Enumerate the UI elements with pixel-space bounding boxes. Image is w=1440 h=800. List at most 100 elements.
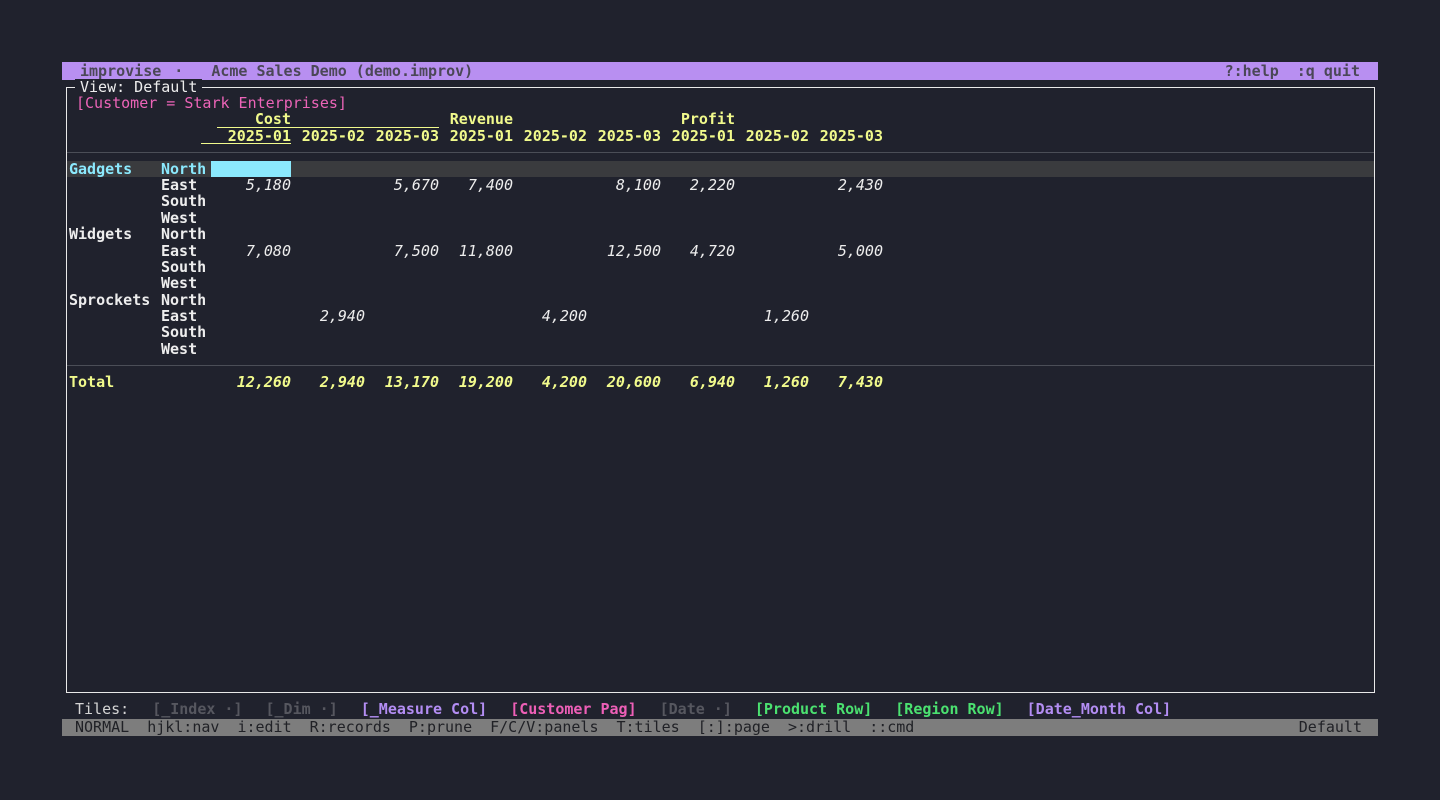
value-cell[interactable]: 7,400	[439, 177, 513, 193]
value-cell[interactable]	[365, 259, 439, 275]
tile-measure-col[interactable]: [_Measure Col]	[361, 700, 487, 718]
value-cell[interactable]	[735, 243, 809, 259]
value-cell[interactable]	[587, 226, 661, 242]
pivot-row[interactable]: West	[67, 341, 1374, 357]
value-cell[interactable]	[809, 275, 883, 291]
month-col-6[interactable]: 2025-01	[661, 128, 735, 144]
value-cell[interactable]	[365, 308, 439, 324]
month-col-0[interactable]: 2025-01	[201, 128, 291, 144]
value-cell[interactable]	[661, 161, 735, 177]
value-cell[interactable]: 2,220	[661, 177, 735, 193]
value-cell[interactable]	[291, 259, 365, 275]
value-cell[interactable]	[809, 193, 883, 209]
value-cell[interactable]	[513, 324, 587, 340]
tile-index[interactable]: [_Index ·]	[152, 700, 242, 718]
value-cell[interactable]: 2,940	[291, 308, 365, 324]
value-cell[interactable]	[735, 259, 809, 275]
value-cell[interactable]	[809, 308, 883, 324]
value-cell[interactable]	[217, 341, 291, 357]
value-cell[interactable]: 8,100	[587, 177, 661, 193]
value-cell[interactable]	[291, 243, 365, 259]
value-cell[interactable]: 11,800	[439, 243, 513, 259]
pivot-row[interactable]: West	[67, 210, 1374, 226]
value-cell[interactable]	[809, 161, 883, 177]
value-cell[interactable]	[365, 324, 439, 340]
value-cell[interactable]	[291, 193, 365, 209]
value-cell[interactable]: 7,500	[365, 243, 439, 259]
value-cell[interactable]: 2,430	[809, 177, 883, 193]
value-cell[interactable]	[439, 341, 513, 357]
value-cell[interactable]: 4,200	[513, 308, 587, 324]
value-cell[interactable]	[513, 292, 587, 308]
value-cell[interactable]	[291, 275, 365, 291]
month-col-8[interactable]: 2025-03	[809, 128, 883, 144]
value-cell[interactable]	[735, 161, 809, 177]
value-cell[interactable]	[439, 324, 513, 340]
value-cell[interactable]	[365, 226, 439, 242]
value-cell[interactable]	[291, 292, 365, 308]
month-col-3[interactable]: 2025-01	[439, 128, 513, 144]
value-cell[interactable]	[217, 275, 291, 291]
value-cell[interactable]	[661, 193, 735, 209]
cursor-cell[interactable]	[211, 161, 291, 177]
value-cell[interactable]	[587, 193, 661, 209]
value-cell[interactable]	[587, 292, 661, 308]
pivot-row[interactable]: West	[67, 275, 1374, 291]
value-cell[interactable]	[513, 161, 587, 177]
value-cell[interactable]	[587, 341, 661, 357]
value-cell[interactable]	[291, 341, 365, 357]
value-cell[interactable]	[513, 259, 587, 275]
value-cell[interactable]	[217, 259, 291, 275]
value-cell[interactable]	[439, 161, 513, 177]
value-cell[interactable]	[291, 161, 365, 177]
value-cell[interactable]	[661, 259, 735, 275]
tile-region-row[interactable]: [Region Row]	[895, 700, 1003, 718]
pivot-row[interactable]: East5,1805,6707,4008,1002,2202,430	[67, 177, 1374, 193]
value-cell[interactable]	[587, 161, 661, 177]
value-cell[interactable]	[291, 226, 365, 242]
value-cell[interactable]: 5,180	[217, 177, 291, 193]
value-cell[interactable]	[661, 324, 735, 340]
value-cell[interactable]	[365, 275, 439, 291]
month-col-7[interactable]: 2025-02	[735, 128, 809, 144]
value-cell[interactable]	[439, 226, 513, 242]
month-col-2[interactable]: 2025-03	[365, 128, 439, 144]
value-cell[interactable]	[661, 341, 735, 357]
value-cell[interactable]	[217, 292, 291, 308]
value-cell[interactable]	[365, 161, 439, 177]
value-cell[interactable]	[735, 292, 809, 308]
month-col-4[interactable]: 2025-02	[513, 128, 587, 144]
pivot-row[interactable]: South	[67, 193, 1374, 209]
pivot-row[interactable]: GadgetsNorth	[67, 161, 1374, 177]
value-cell[interactable]	[735, 226, 809, 242]
value-cell[interactable]	[809, 324, 883, 340]
value-cell[interactable]	[809, 259, 883, 275]
value-cell[interactable]	[661, 210, 735, 226]
value-cell[interactable]	[439, 193, 513, 209]
value-cell[interactable]	[735, 275, 809, 291]
value-cell[interactable]	[661, 226, 735, 242]
value-cell[interactable]	[439, 292, 513, 308]
value-cell[interactable]	[439, 259, 513, 275]
value-cell[interactable]	[439, 308, 513, 324]
value-cell[interactable]	[365, 292, 439, 308]
value-cell[interactable]	[513, 177, 587, 193]
value-cell[interactable]	[217, 324, 291, 340]
tile-dim[interactable]: [_Dim ·]	[266, 700, 338, 718]
value-cell[interactable]	[513, 210, 587, 226]
value-cell[interactable]	[291, 210, 365, 226]
value-cell[interactable]	[365, 210, 439, 226]
pivot-row[interactable]: SprocketsNorth	[67, 292, 1374, 308]
pivot-row[interactable]: South	[67, 259, 1374, 275]
value-cell[interactable]	[809, 341, 883, 357]
pivot-row[interactable]: East7,0807,50011,80012,5004,7205,000	[67, 243, 1374, 259]
value-cell[interactable]	[217, 210, 291, 226]
value-cell[interactable]	[513, 226, 587, 242]
value-cell[interactable]	[291, 177, 365, 193]
value-cell[interactable]	[513, 193, 587, 209]
value-cell[interactable]	[809, 210, 883, 226]
value-cell[interactable]	[217, 226, 291, 242]
value-cell[interactable]: 1,260	[735, 308, 809, 324]
value-cell[interactable]	[365, 193, 439, 209]
value-cell[interactable]	[735, 341, 809, 357]
